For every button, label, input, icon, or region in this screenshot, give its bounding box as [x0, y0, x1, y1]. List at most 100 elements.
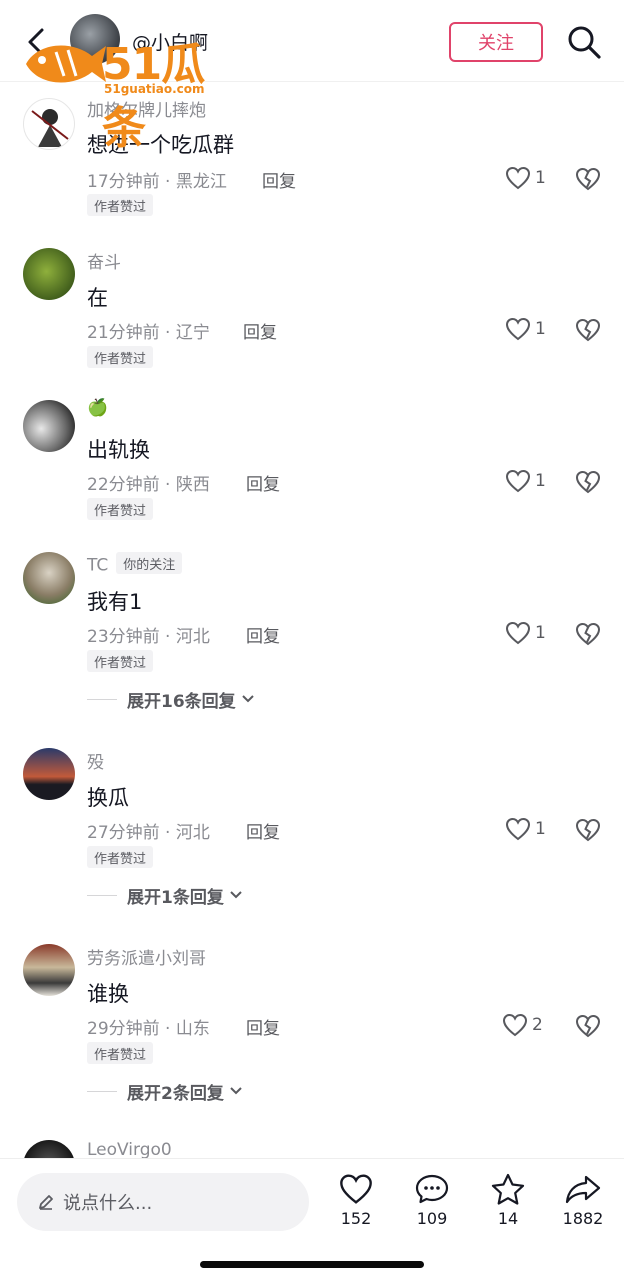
- author-liked-badge: 作者赞过: [87, 346, 154, 368]
- commenter-name[interactable]: TC 你的关注: [87, 552, 183, 576]
- comment-text: 在: [87, 286, 108, 310]
- comment-text: 换瓜: [87, 786, 129, 810]
- like-video-button[interactable]: 152: [321, 1173, 391, 1245]
- heart-icon: [340, 1174, 372, 1204]
- pencil-icon: [39, 1195, 53, 1210]
- broken-heart-icon[interactable]: [575, 817, 601, 843]
- comment-text: 出轨换: [87, 438, 150, 462]
- like-button[interactable]: 1: [505, 468, 561, 494]
- author-liked-badge: 作者赞过: [87, 498, 154, 520]
- author-avatar[interactable]: [70, 14, 120, 64]
- broken-heart-icon[interactable]: [575, 166, 601, 192]
- heart-icon: [505, 469, 531, 493]
- commenter-avatar[interactable]: [23, 748, 75, 800]
- reply-button[interactable]: 回复: [262, 167, 296, 192]
- reply-button[interactable]: 回复: [246, 622, 280, 647]
- top-bar: @小白啊 关注: [0, 0, 624, 82]
- back-arrow-icon[interactable]: [22, 24, 52, 60]
- comment-total: 109: [416, 1209, 448, 1228]
- commenter-name[interactable]: 奋斗: [87, 248, 121, 273]
- comment-time-location: 17分钟前 · 黑龙江: [87, 172, 227, 192]
- following-tag: 你的关注: [116, 552, 183, 574]
- chevron-down-icon: [230, 891, 242, 899]
- author-liked-badge: 作者赞过: [87, 1042, 154, 1064]
- commenter-name[interactable]: 🍏: [87, 398, 108, 418]
- bottom-action-bar: 说点什么... 152 109 14 1882: [0, 1158, 624, 1280]
- author-liked-badge: 作者赞过: [87, 194, 154, 216]
- commenter-name[interactable]: 加格尔牌儿摔炮: [87, 96, 206, 121]
- like-button[interactable]: 1: [505, 816, 561, 842]
- follow-button[interactable]: 关注: [449, 22, 543, 62]
- like-button[interactable]: 1: [505, 316, 561, 342]
- author-liked-badge: 作者赞过: [87, 650, 154, 672]
- expand-replies-label: 展开16条回复: [127, 691, 236, 712]
- comment-bubble-icon: [415, 1174, 449, 1204]
- commenter-avatar[interactable]: [23, 400, 75, 452]
- home-indicator: [200, 1261, 424, 1268]
- author-username[interactable]: @小白啊: [132, 28, 208, 55]
- favorite-button[interactable]: 14: [473, 1173, 543, 1245]
- like-count: 1: [535, 471, 546, 491]
- like-count: 1: [535, 623, 546, 643]
- heart-icon: [502, 1013, 528, 1037]
- search-icon[interactable]: [566, 24, 602, 60]
- heart-icon: [505, 166, 531, 190]
- like-count: 1: [535, 319, 546, 339]
- commenter-avatar[interactable]: [23, 944, 75, 996]
- heart-icon: [505, 317, 531, 341]
- broken-heart-icon[interactable]: [575, 1013, 601, 1039]
- chevron-down-icon: [230, 1087, 242, 1095]
- reply-button[interactable]: 回复: [246, 1014, 280, 1039]
- favorite-total: 14: [497, 1209, 519, 1228]
- broken-heart-icon[interactable]: [575, 621, 601, 647]
- divider-line: [87, 1090, 117, 1092]
- heart-icon: [505, 817, 531, 841]
- divider-line: [87, 698, 117, 700]
- avatar-illustration: [31, 109, 69, 147]
- expand-replies-label: 展开2条回复: [127, 1083, 224, 1104]
- comment-time-location: 29分钟前 · 山东: [87, 1019, 210, 1039]
- comment-time-location: 27分钟前 · 河北: [87, 823, 210, 843]
- like-button[interactable]: 2: [502, 1012, 558, 1038]
- watermark-url: 51guatiao.com: [104, 82, 205, 96]
- like-button[interactable]: 1: [505, 620, 561, 646]
- comment-text: 想进一个吃瓜群: [87, 133, 234, 157]
- chevron-down-icon: [241, 695, 254, 703]
- commenter-name-text: TC: [87, 555, 109, 576]
- comment-text: 谁换: [87, 982, 129, 1006]
- commenter-avatar[interactable]: [23, 248, 75, 300]
- comments-button[interactable]: 109: [397, 1173, 467, 1245]
- commenter-name[interactable]: 殁: [87, 748, 104, 773]
- expand-replies-button[interactable]: 展开16条回复: [87, 687, 256, 712]
- reply-button[interactable]: 回复: [243, 318, 277, 343]
- share-button[interactable]: 1882: [548, 1173, 618, 1245]
- commenter-name[interactable]: 劳务派遣小刘哥: [87, 944, 206, 969]
- like-count: 1: [535, 168, 546, 188]
- expand-replies-label: 展开1条回复: [127, 887, 224, 908]
- broken-heart-icon[interactable]: [575, 317, 601, 343]
- expand-replies-button[interactable]: 展开2条回复: [87, 1079, 244, 1104]
- comment-input[interactable]: 说点什么...: [17, 1173, 309, 1231]
- like-count: 1: [535, 819, 546, 839]
- comment-text: 我有1: [87, 590, 143, 614]
- like-total: 152: [340, 1209, 372, 1228]
- commenter-avatar[interactable]: [23, 552, 75, 604]
- broken-heart-icon[interactable]: [575, 469, 601, 495]
- comment-input-placeholder: 说点什么...: [63, 1193, 153, 1214]
- share-total: 1882: [562, 1209, 604, 1228]
- heart-icon: [505, 621, 531, 645]
- star-icon: [491, 1173, 525, 1205]
- reply-button[interactable]: 回复: [246, 818, 280, 843]
- comment-time-location: 22分钟前 · 陕西: [87, 475, 210, 495]
- expand-replies-button[interactable]: 展开1条回复: [87, 883, 244, 908]
- comment-time-location: 21分钟前 · 辽宁: [87, 323, 210, 343]
- commenter-avatar[interactable]: [23, 98, 75, 150]
- like-count: 2: [532, 1015, 543, 1035]
- commenter-name[interactable]: LeoVirgo0: [87, 1140, 172, 1160]
- like-button[interactable]: 1: [505, 165, 561, 191]
- reply-button[interactable]: 回复: [246, 470, 280, 495]
- comment-time-location: 23分钟前 · 河北: [87, 627, 210, 647]
- author-liked-badge: 作者赞过: [87, 846, 154, 868]
- divider-line: [87, 894, 117, 896]
- share-arrow-icon: [565, 1175, 601, 1204]
